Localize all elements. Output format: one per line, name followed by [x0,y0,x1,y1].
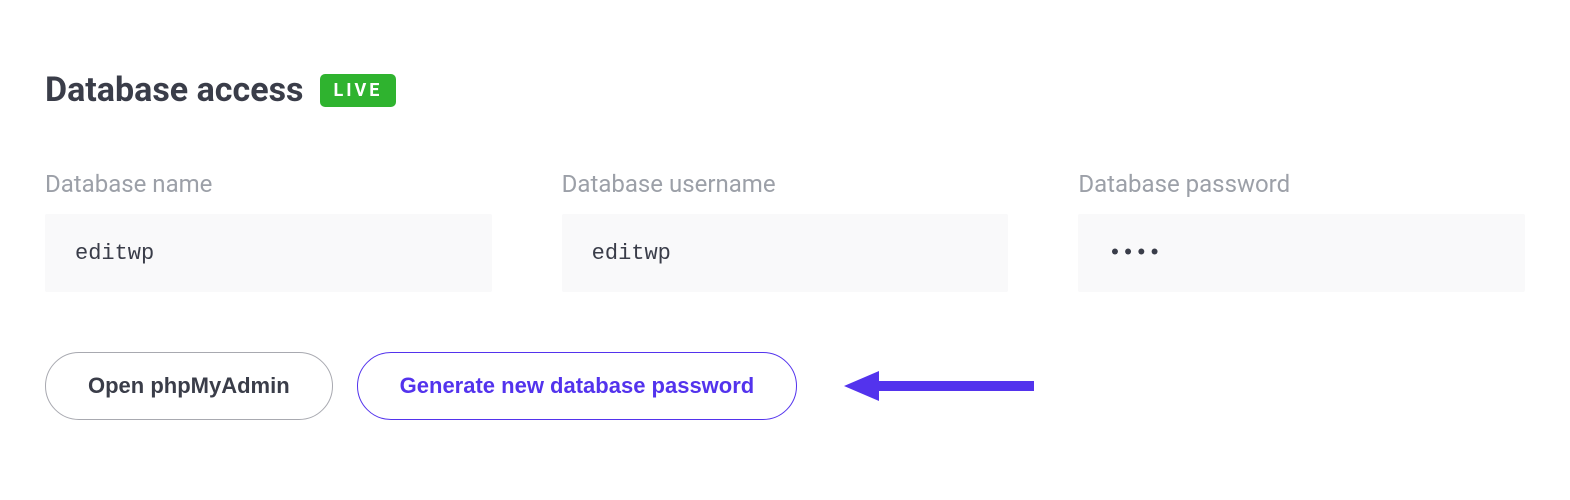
annotation-arrow-icon [839,366,1039,406]
field-label: Database password [1078,170,1525,198]
database-password-value[interactable]: •••• [1078,214,1525,292]
field-label: Database username [562,170,1009,198]
environment-badge: LIVE [320,74,397,107]
field-label: Database name [45,170,492,198]
section-title: Database access [45,70,304,110]
field-database-username: Database username editwp [562,170,1009,292]
generate-password-button[interactable]: Generate new database password [357,352,798,420]
field-database-name: Database name editwp [45,170,492,292]
fields-row: Database name editwp Database username e… [45,170,1525,292]
field-database-password: Database password •••• [1078,170,1525,292]
buttons-row: Open phpMyAdmin Generate new database pa… [45,352,1525,420]
open-phpmyadmin-button[interactable]: Open phpMyAdmin [45,352,333,420]
database-username-value[interactable]: editwp [562,214,1009,292]
database-name-value[interactable]: editwp [45,214,492,292]
section-header: Database access LIVE [45,70,1525,110]
